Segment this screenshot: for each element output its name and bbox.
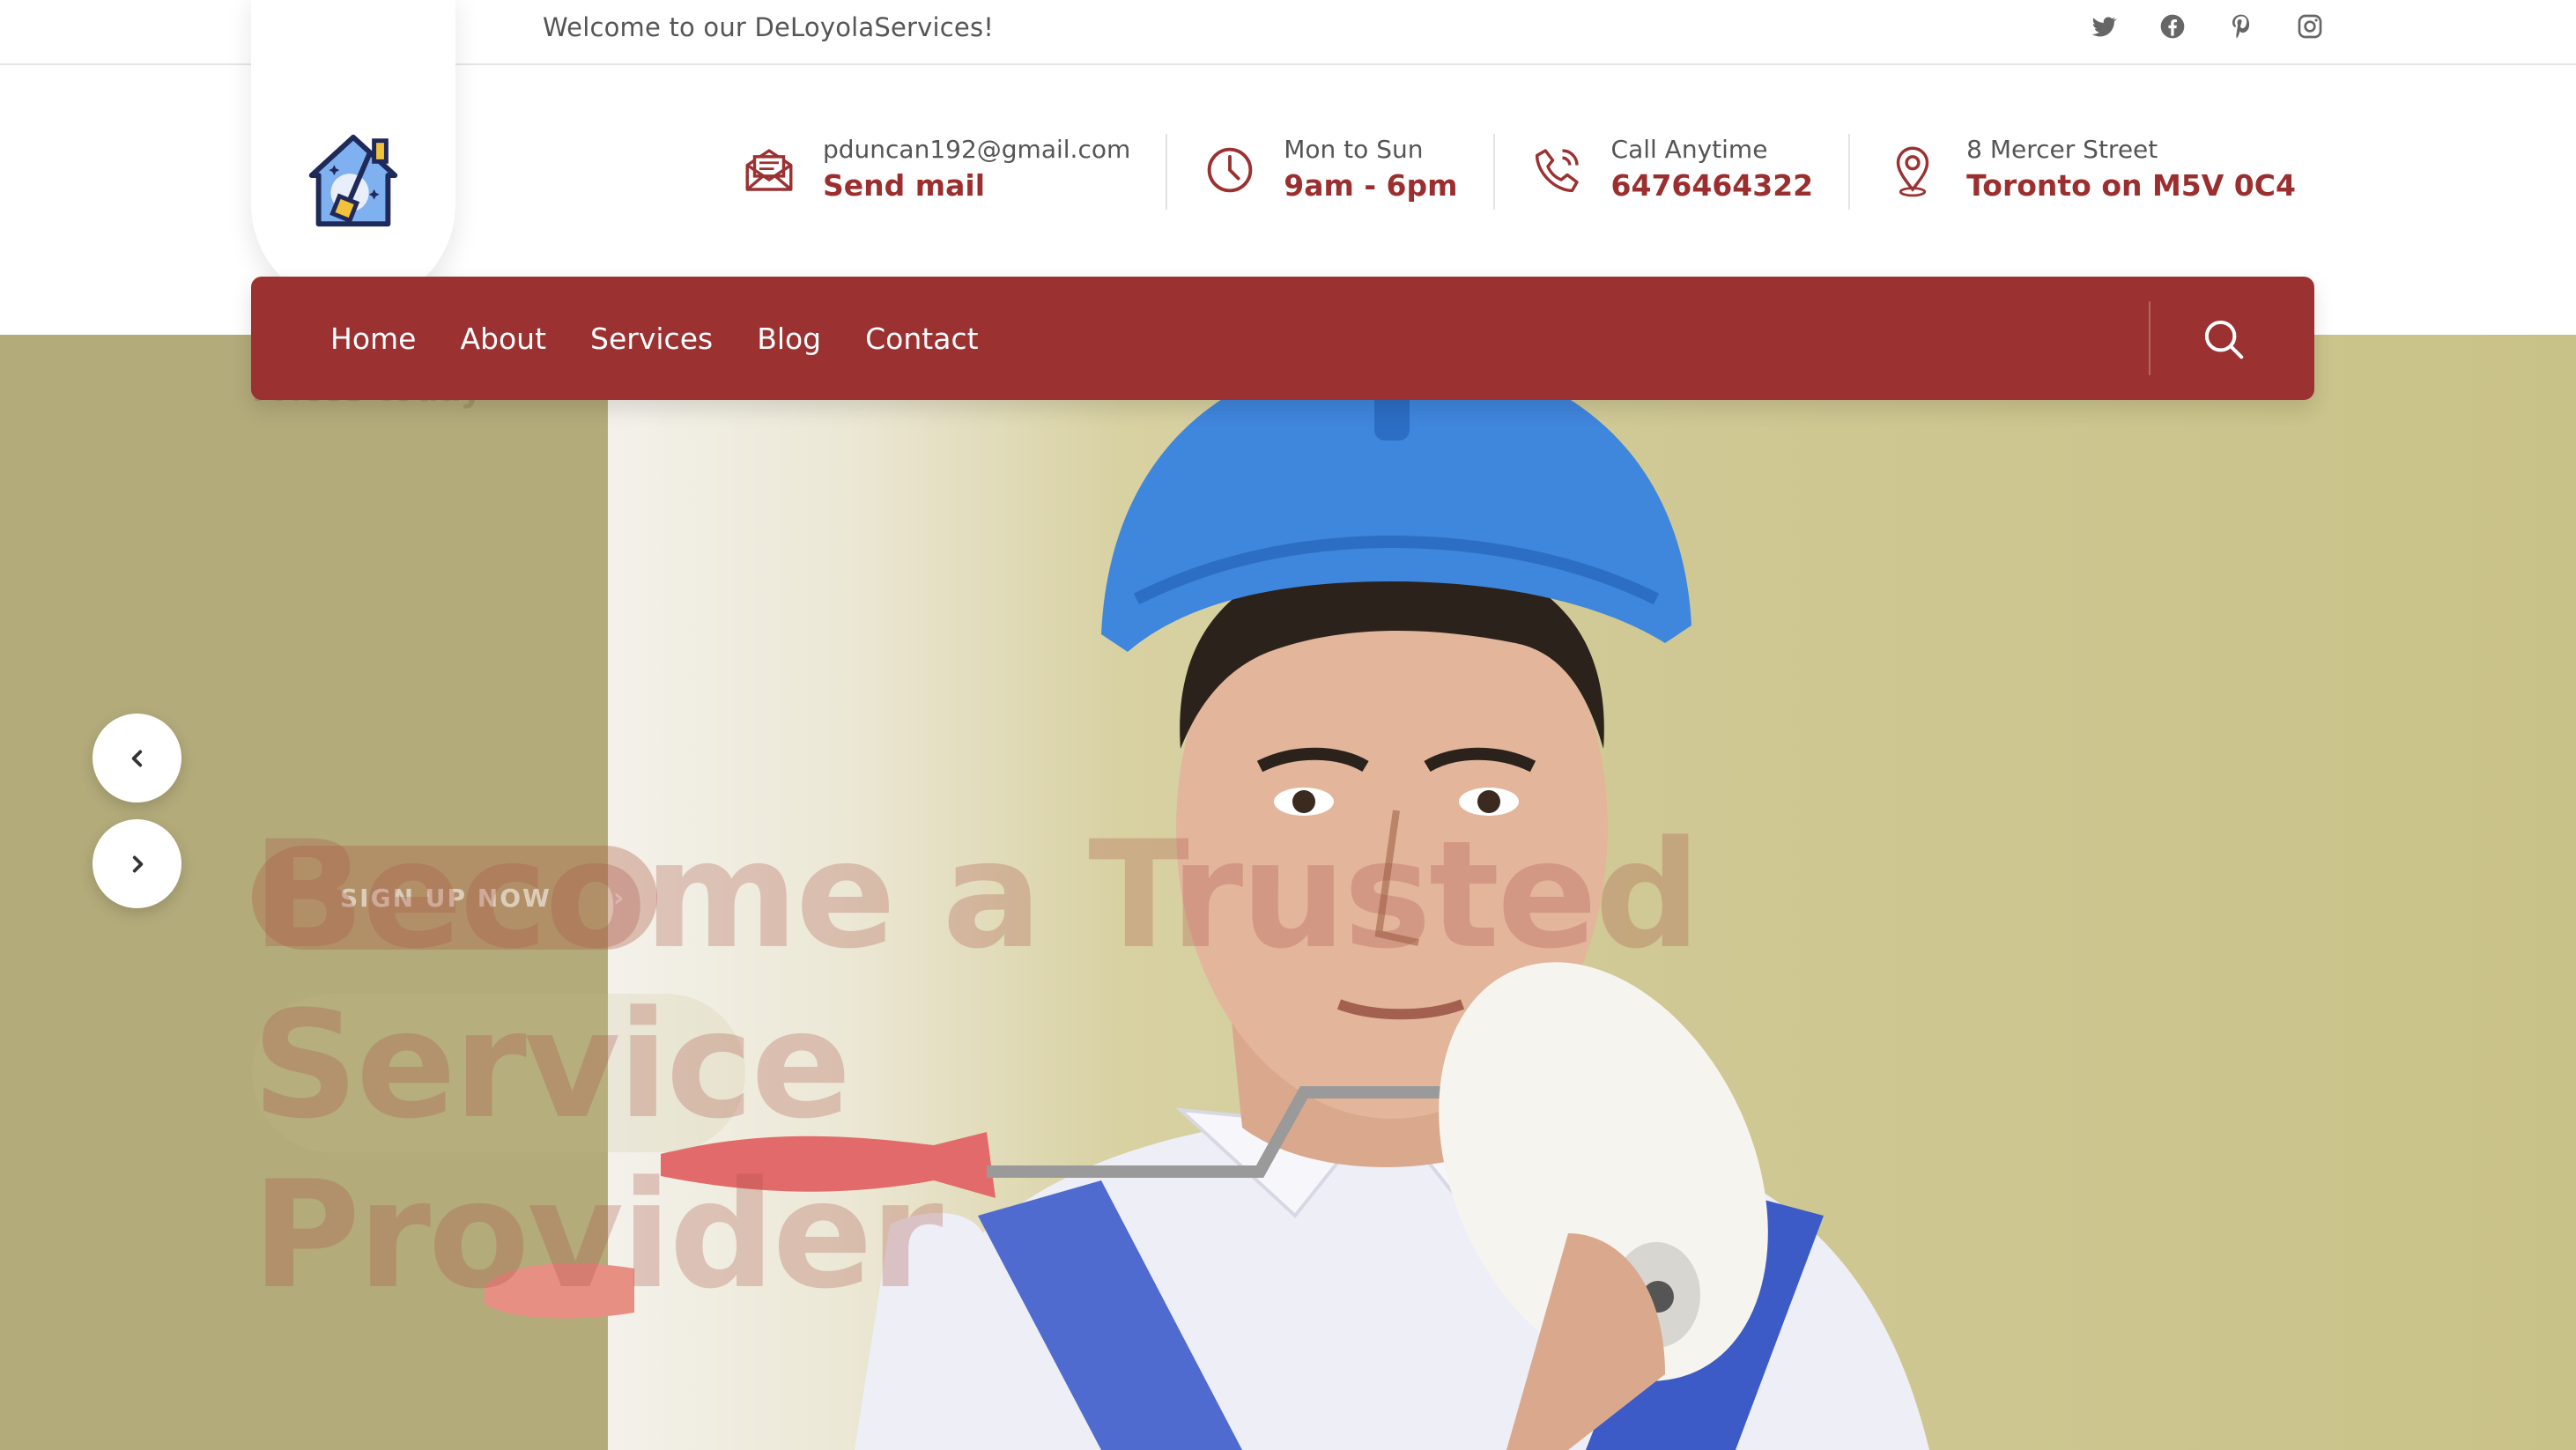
slider-prev-button[interactable] [93,714,181,803]
house-broom-logo [308,134,398,227]
mail-icon [740,141,798,199]
facebook-icon[interactable] [2158,12,2187,41]
nav-menu: Home About Services Blog Contact [330,277,979,400]
nav-divider [2149,301,2150,375]
contact-phone[interactable]: Call Anytime 6476464322 [1492,134,1849,210]
contact-info: pduncan192@gmail.com Send mail Mon to Su… [740,134,2331,210]
contact-email[interactable]: pduncan192@gmail.com Send mail [740,134,1166,207]
nav-item-contact[interactable]: Contact [865,322,978,356]
nav-item-blog[interactable]: Blog [757,322,821,356]
address-city: Toronto on M5V 0C4 [1966,168,2296,203]
hero-title-line1: Become a Trusted Service [252,809,1700,1152]
email-address: pduncan192@gmail.com [823,135,1131,164]
phone-icon [1529,141,1587,199]
clock-icon [1201,141,1259,199]
contact-hours: Mon to Sun 9am - 6pm [1166,134,1492,210]
send-mail-link[interactable]: Send mail [823,166,1130,206]
contact-address: 8 Mercer Street Toronto on M5V 0C4 [1848,134,2331,210]
pinterest-icon[interactable] [2227,12,2255,41]
nav-item-home[interactable]: Home [330,322,416,356]
search-icon [2204,320,2244,359]
nav-item-about[interactable]: About [460,322,546,356]
chevron-left-icon [131,750,142,766]
nav-item-services[interactable]: Services [590,322,713,356]
twitter-icon[interactable] [2090,12,2118,41]
call-label: Call Anytime [1610,135,1768,164]
hero-title: Become a Trusted Service Provider [252,810,2102,1321]
hero-slider: rvices today SIGN UP NOW › Become a Trus… [0,335,2576,1450]
hours-days: Mon to Sun [1284,135,1424,164]
instagram-icon[interactable] [2296,12,2324,41]
logo-badge[interactable] [251,0,455,307]
search-button[interactable] [2200,315,2247,363]
hero-title-line2: Provider [252,1149,944,1322]
main-navigation: Home About Services Blog Contact [251,277,2314,400]
social-links [2090,12,2324,41]
hours-time: 9am - 6pm [1284,168,1458,203]
phone-number[interactable]: 6476464322 [1611,166,1814,206]
chevron-right-icon [132,855,143,872]
location-pin-icon [1884,141,1942,199]
slider-next-button[interactable] [93,819,181,908]
address-street: 8 Mercer Street [1966,135,2158,164]
welcome-message: Welcome to our DeLoyolaServices! [543,12,995,42]
